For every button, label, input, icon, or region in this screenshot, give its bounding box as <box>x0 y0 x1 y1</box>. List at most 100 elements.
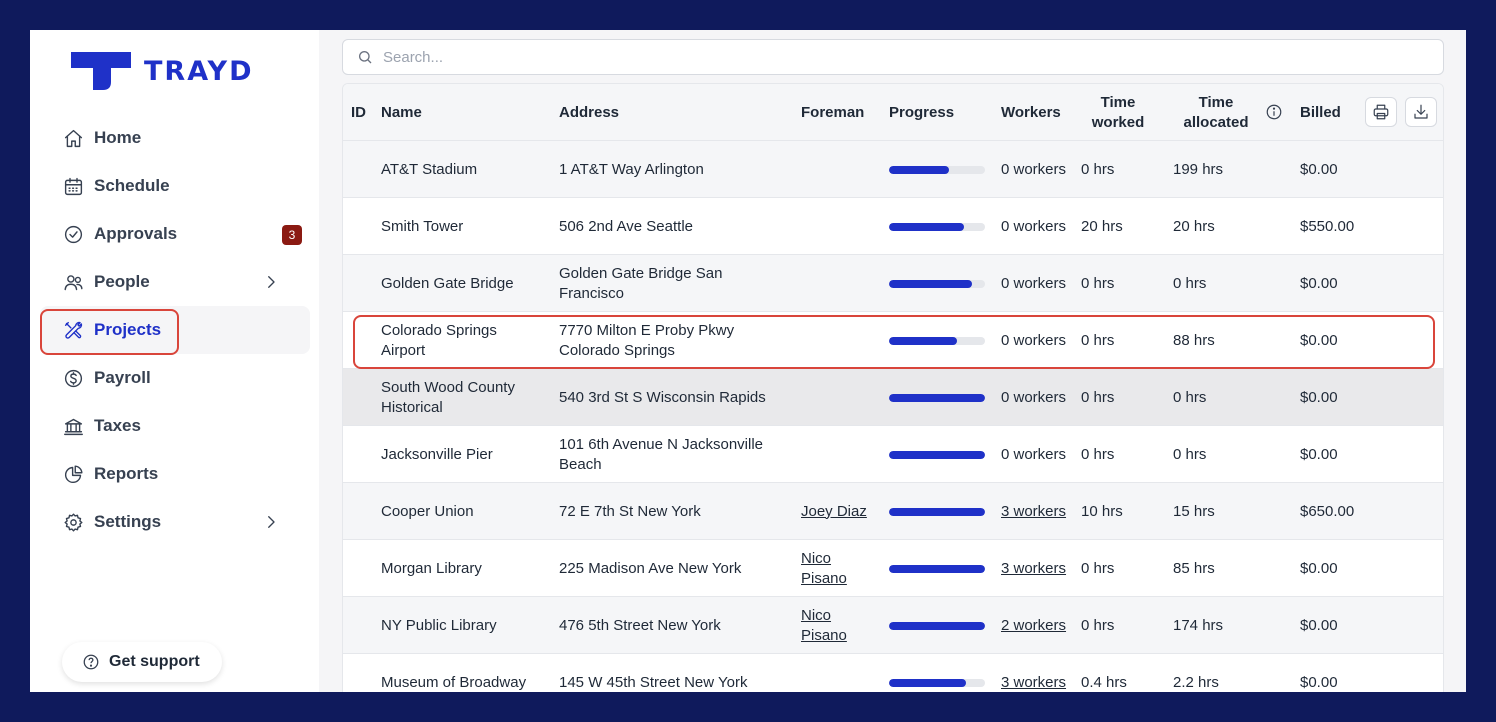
foreman-cell-wrapper: Joey Diaz <box>801 483 871 540</box>
table-row[interactable]: Colorado Springs Airport 7770 Milton E Pr… <box>343 312 1443 369</box>
progress-bar-fill <box>889 223 964 231</box>
project-address-cell: Golden Gate Bridge San Francisco <box>559 264 723 302</box>
workers-cell: 0 workers <box>1001 445 1067 463</box>
column-header-name[interactable]: Name <box>381 84 422 141</box>
column-header-id[interactable]: ID <box>351 84 366 141</box>
time-worked-cell: 0 hrs <box>1081 559 1115 577</box>
sidebar-item-reports[interactable]: Reports <box>40 450 310 498</box>
project-address-cell-wrapper: Golden Gate Bridge San Francisco <box>559 255 779 312</box>
sidebar-item-settings[interactable]: Settings <box>40 498 310 546</box>
table-row[interactable]: Museum of Broadway 145 W 45th Street New … <box>343 654 1443 692</box>
time-worked-cell-wrapper: 10 hrs <box>1081 483 1161 540</box>
billed-cell: $0.00 <box>1300 160 1338 178</box>
billed-cell: $0.00 <box>1300 673 1338 691</box>
time-allocated-cell: 88 hrs <box>1173 331 1215 349</box>
workers-cell[interactable]: 3 workers <box>1001 559 1066 579</box>
sidebar-item-people[interactable]: People <box>40 258 310 306</box>
sidebar-item-label: Payroll <box>94 368 151 387</box>
time-allocated-cell: 174 hrs <box>1173 616 1224 634</box>
progress-bar <box>889 565 985 573</box>
project-name-cell: Smith Tower <box>381 217 464 235</box>
time-worked-cell: 20 hrs <box>1081 217 1123 235</box>
sidebar-item-label: Taxes <box>94 416 141 435</box>
download-button[interactable] <box>1405 97 1437 127</box>
search-bar[interactable] <box>342 39 1444 75</box>
progress-bar <box>889 337 985 345</box>
progress-bar <box>889 166 985 174</box>
column-header-billed[interactable]: Billed <box>1300 84 1341 141</box>
sidebar-item-schedule[interactable]: Schedule <box>40 162 310 210</box>
sidebar-item-payroll[interactable]: Payroll <box>40 354 310 402</box>
foreman-cell[interactable]: Nico Pisano <box>801 549 871 589</box>
column-header-foreman[interactable]: Foreman <box>801 84 864 141</box>
main-content: ID Name Address Foreman Progress Workers… <box>319 30 1466 692</box>
table-row[interactable]: Smith Tower 506 2nd Ave Seattle 0 workers 2… <box>343 198 1443 255</box>
help-circle-icon <box>83 654 99 670</box>
workers-cell: 0 workers <box>1001 331 1067 349</box>
sidebar-item-projects[interactable]: Projects <box>40 306 310 355</box>
column-header-address[interactable]: Address <box>559 84 619 141</box>
people-icon <box>62 271 84 293</box>
logo[interactable]: TRAYD <box>71 52 253 90</box>
foreman-cell-wrapper <box>801 255 871 312</box>
progress-bar <box>889 394 985 402</box>
time-worked-cell-wrapper: 0 hrs <box>1081 312 1161 369</box>
print-button[interactable] <box>1365 97 1397 127</box>
workers-cell[interactable]: 2 workers <box>1001 616 1066 636</box>
time-allocated-cell: 2.2 hrs <box>1173 673 1219 691</box>
foreman-cell[interactable]: Joey Diaz <box>801 502 867 522</box>
time-allocated-cell-wrapper: 85 hrs <box>1173 540 1253 597</box>
sidebar-item-home[interactable]: Home <box>40 114 310 162</box>
workers-cell[interactable]: 3 workers <box>1001 673 1066 693</box>
workers-cell[interactable]: 3 workers <box>1001 502 1066 522</box>
sidebar-item-label: Approvals <box>94 224 178 243</box>
chevron-right-icon[interactable] <box>262 513 280 531</box>
table-row[interactable]: AT&T Stadium 1 AT&T Way Arlington 0 worker… <box>343 141 1443 198</box>
time-worked-cell: 0 hrs <box>1081 616 1115 634</box>
table-row[interactable]: Jacksonville Pier 101 6th Avenue N Jackso… <box>343 426 1443 483</box>
column-header-time-allocated[interactable]: Time allocated <box>1171 84 1261 141</box>
billed-cell: $0.00 <box>1300 331 1338 349</box>
home-icon <box>62 127 84 149</box>
foreman-cell-wrapper <box>801 426 871 483</box>
table-body: AT&T Stadium 1 AT&T Way Arlington 0 worker… <box>343 141 1443 692</box>
progress-bar-fill <box>889 337 958 345</box>
project-address-cell: 1 AT&T Way Arlington <box>559 160 704 178</box>
progress-bar <box>889 223 985 231</box>
workers-cell-wrapper: 0 workers <box>1001 141 1067 198</box>
time-worked-cell-wrapper: 0 hrs <box>1081 540 1161 597</box>
column-header-time-worked[interactable]: Time worked <box>1081 84 1155 141</box>
projects-table: ID Name Address Foreman Progress Workers… <box>342 83 1444 692</box>
pie-chart-icon <box>62 463 84 485</box>
sidebar-item-approvals[interactable]: Approvals 3 <box>40 210 310 258</box>
workers-cell-wrapper: 3 workers <box>1001 654 1067 692</box>
billed-cell: $550.00 <box>1300 217 1355 235</box>
project-name-cell-wrapper: Cooper Union <box>381 483 541 540</box>
time-worked-cell-wrapper: 0 hrs <box>1081 426 1161 483</box>
sidebar-item-label: Projects <box>94 320 162 339</box>
column-header-progress[interactable]: Progress <box>889 84 954 141</box>
check-circle-icon <box>62 223 84 245</box>
column-header-workers[interactable]: Workers <box>1001 84 1061 141</box>
project-address-cell-wrapper: 101 6th Avenue N Jacksonville Beach <box>559 426 779 483</box>
table-row[interactable]: Morgan Library 225 Madison Ave New York Ni… <box>343 540 1443 597</box>
get-support-label: Get support <box>109 653 200 670</box>
sidebar-item-taxes[interactable]: Taxes <box>40 402 310 450</box>
get-support-button[interactable]: Get support <box>62 642 222 682</box>
workers-cell: 0 workers <box>1001 388 1067 406</box>
time-worked-cell-wrapper: 0 hrs <box>1081 141 1161 198</box>
project-address-cell: 540 3rd St S Wisconsin Rapids <box>559 388 766 406</box>
time-allocated-cell: 0 hrs <box>1173 388 1207 406</box>
chevron-right-icon[interactable] <box>262 273 280 291</box>
foreman-cell[interactable]: Nico Pisano <box>801 606 871 646</box>
table-row[interactable]: South Wood County Historical 540 3rd St S… <box>343 369 1443 426</box>
sidebar-item-label: Reports <box>94 464 159 483</box>
progress-bar <box>889 679 985 687</box>
info-icon[interactable] <box>1265 103 1283 121</box>
search-input[interactable] <box>383 48 983 66</box>
table-row[interactable]: Cooper Union 72 E 7th St New York Joey Dia… <box>343 483 1443 540</box>
table-row[interactable]: NY Public Library 476 5th Street New York… <box>343 597 1443 654</box>
sidebar-item-label: Settings <box>94 512 162 531</box>
sidebar-item-label: People <box>94 272 150 291</box>
table-row[interactable]: Golden Gate Bridge Golden Gate Bridge San… <box>343 255 1443 312</box>
